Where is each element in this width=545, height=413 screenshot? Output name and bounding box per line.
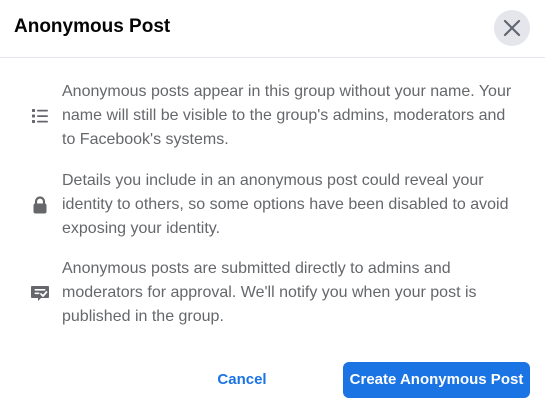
create-anonymous-post-button[interactable]: Create Anonymous Post (343, 362, 530, 398)
close-button[interactable] (494, 10, 530, 46)
close-icon (503, 19, 521, 37)
lock-icon (30, 195, 50, 215)
cancel-button[interactable]: Cancel (204, 362, 280, 398)
dialog-title: Anonymous Post (14, 16, 171, 37)
dialog-header: Anonymous Post (0, 0, 545, 58)
info-text-approval: Anonymous posts are submitted directly t… (62, 260, 477, 325)
info-text-privacy: Details you include in an anonymous post… (62, 172, 509, 237)
info-text-visibility: Anonymous posts appear in this group wit… (62, 83, 512, 148)
approval-icon (30, 283, 50, 303)
list-icon (30, 106, 50, 126)
anonymous-post-dialog: Anonymous Post Anonymous posts appear in… (0, 0, 545, 413)
